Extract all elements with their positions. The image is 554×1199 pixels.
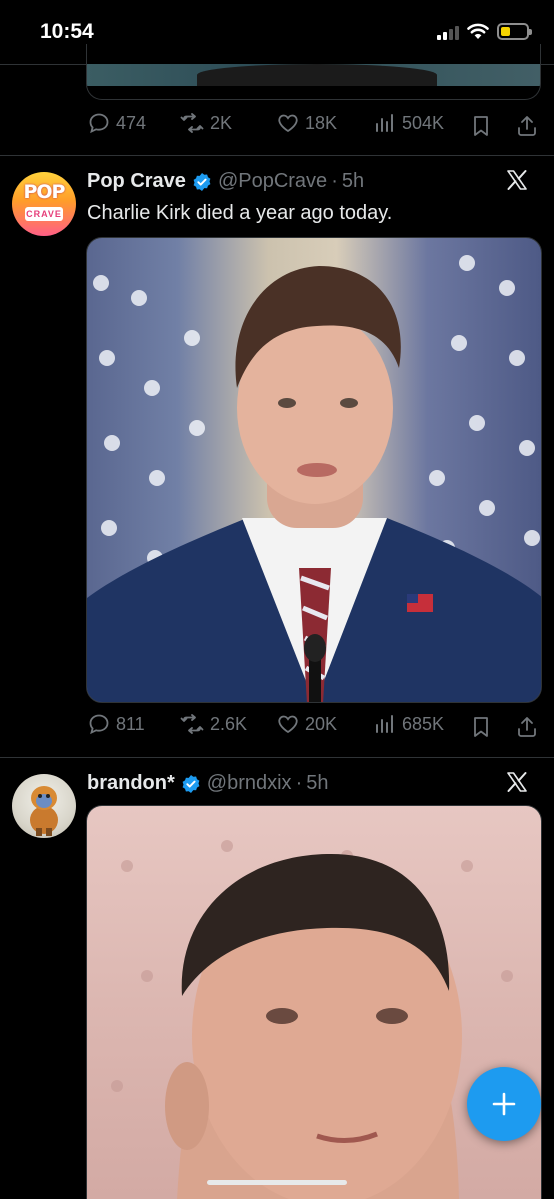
cellular-signal-icon (437, 24, 459, 40)
like-count: 20K (305, 713, 338, 734)
reply-button[interactable]: 474 (87, 111, 146, 135)
repost-icon (180, 714, 204, 734)
separator-dot: · (295, 772, 303, 794)
tweet-divider (0, 155, 554, 156)
repost-count: 2.6K (210, 713, 248, 734)
tweet-header: brandon* @brndxix · 5h (87, 772, 328, 795)
share-icon[interactable] (515, 114, 539, 138)
tweet-photo[interactable] (86, 237, 542, 703)
like-icon (278, 715, 298, 734)
compose-button[interactable] (467, 1067, 541, 1141)
avatar-logo-subtext: CRAVE (25, 207, 63, 221)
reply-icon (89, 714, 109, 735)
reply-count: 474 (116, 112, 147, 133)
author-handle[interactable]: @PopCrave (218, 170, 327, 193)
pop-crave-avatar[interactable]: POP CRAVE (12, 172, 76, 236)
repost-icon (180, 113, 204, 133)
bookmark-icon[interactable] (470, 715, 492, 739)
views-button[interactable]: 685K (373, 712, 444, 736)
repost-button[interactable]: 2.6K (179, 712, 247, 736)
author-handle[interactable]: @brndxix (207, 772, 292, 795)
tweet-time[interactable]: 5h (342, 170, 364, 193)
like-count: 18K (305, 112, 338, 133)
wifi-icon (467, 23, 489, 39)
repost-count: 2K (210, 112, 233, 133)
bookmark-icon[interactable] (470, 114, 492, 138)
views-icon (376, 114, 393, 132)
separator-dot: · (331, 170, 338, 192)
views-icon (376, 715, 393, 733)
avatar-logo-text: POP (23, 181, 65, 203)
share-icon[interactable] (515, 715, 539, 739)
x-logo-icon[interactable] (506, 169, 528, 191)
repost-button[interactable]: 2K (179, 111, 232, 135)
views-count: 504K (402, 112, 445, 133)
tweet-text: Charlie Kirk died a year ago today. (87, 202, 393, 224)
reply-icon (89, 113, 109, 134)
brandon-avatar[interactable] (12, 774, 76, 838)
home-indicator[interactable] (207, 1180, 347, 1185)
verified-badge-icon (193, 172, 211, 191)
previous-tweet-media[interactable] (86, 44, 541, 100)
reply-button[interactable]: 811 (87, 712, 145, 736)
verified-badge-icon (182, 774, 200, 793)
tweet-divider (0, 757, 554, 758)
previous-tweet-actions: 474 2K 18K 504K (0, 111, 554, 141)
like-button[interactable]: 20K (276, 712, 337, 736)
author-name[interactable]: Pop Crave (87, 170, 186, 193)
reply-count: 811 (116, 713, 145, 734)
plus-icon (492, 1092, 516, 1116)
author-name[interactable]: brandon* (87, 772, 175, 795)
tweet-time[interactable]: 5h (306, 772, 328, 795)
like-button[interactable]: 18K (276, 111, 337, 135)
tweet-header: Pop Crave @PopCrave · 5h (87, 170, 364, 193)
tweet-photo[interactable] (86, 805, 542, 1199)
views-button[interactable]: 504K (373, 111, 444, 135)
status-time: 10:54 (40, 20, 94, 43)
like-icon (278, 114, 298, 133)
tweet-actions: 811 2.6K 20K 685K (0, 712, 554, 742)
views-count: 685K (402, 713, 445, 734)
x-logo-icon[interactable] (506, 771, 528, 793)
battery-icon (497, 23, 532, 40)
